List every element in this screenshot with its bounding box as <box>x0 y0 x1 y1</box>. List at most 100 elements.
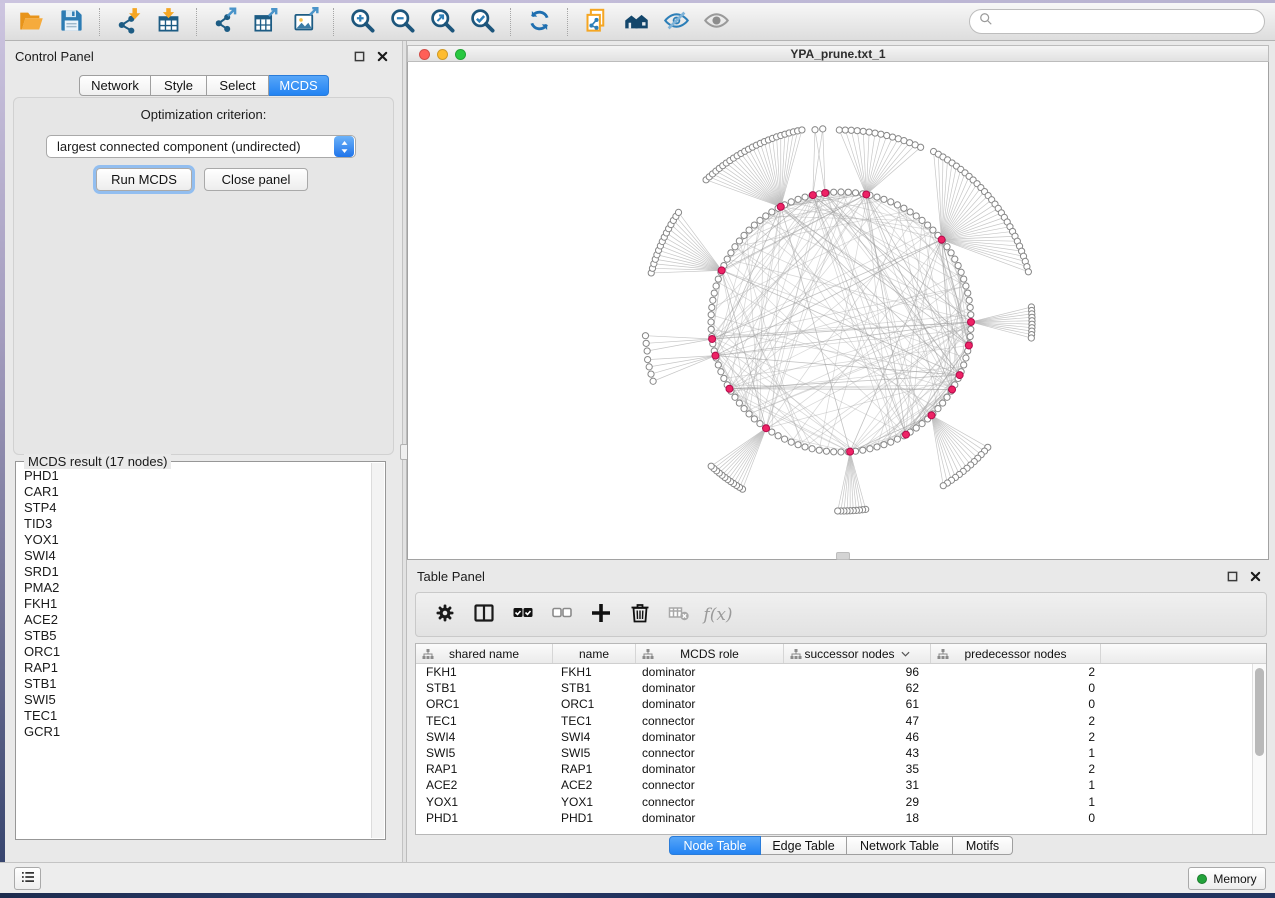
close-panel-icon[interactable] <box>1249 570 1262 583</box>
tab-style[interactable]: Style <box>151 75 207 96</box>
graph-node[interactable] <box>728 250 734 256</box>
open-folder-button[interactable] <box>11 6 51 38</box>
graph-node[interactable] <box>919 217 925 223</box>
graph-node[interactable] <box>884 132 890 138</box>
graph-node[interactable] <box>816 447 822 453</box>
graph-node[interactable] <box>788 199 794 205</box>
graph-node-mcds[interactable] <box>938 236 945 243</box>
show-all-button[interactable] <box>696 6 736 38</box>
tab-edge-table[interactable]: Edge Table <box>761 836 847 855</box>
graph-node[interactable] <box>860 447 866 453</box>
mcds-result-item[interactable]: FKH1 <box>24 596 371 612</box>
graph-node[interactable] <box>881 442 887 448</box>
graph-node[interactable] <box>918 144 924 150</box>
first-neighbors-button[interactable] <box>616 6 656 38</box>
graph-node[interactable] <box>812 127 818 133</box>
graph-node[interactable] <box>878 131 884 137</box>
criterion-dropdown[interactable]: largest connected component (undirected) <box>46 135 356 158</box>
graph-node[interactable] <box>963 283 969 289</box>
graph-node[interactable] <box>907 209 913 215</box>
graph-node[interactable] <box>966 297 972 303</box>
search-input[interactable] <box>999 14 1255 29</box>
graph-node[interactable] <box>913 213 919 219</box>
graph-node[interactable] <box>802 444 808 450</box>
table-row[interactable]: SWI5SWI5connector431 <box>416 745 1252 761</box>
graph-node[interactable] <box>1025 269 1031 275</box>
graph-node[interactable] <box>715 276 721 282</box>
tab-motifs[interactable]: Motifs <box>953 836 1013 855</box>
graph-node-mcds[interactable] <box>822 189 829 196</box>
graph-node[interactable] <box>718 369 724 375</box>
graph-node[interactable] <box>644 348 650 354</box>
graph-node[interactable] <box>940 483 946 489</box>
columns-button[interactable] <box>471 600 497 630</box>
graph-node[interactable] <box>831 189 837 195</box>
graph-node[interactable] <box>736 400 742 406</box>
graph-node[interactable] <box>708 326 714 332</box>
table-row[interactable]: PHD1PHD1dominator180 <box>416 810 1252 826</box>
gear-button[interactable] <box>432 600 458 630</box>
task-history-button[interactable] <box>14 867 41 890</box>
graph-node[interactable] <box>952 256 958 262</box>
graph-node-mcds[interactable] <box>712 352 719 359</box>
graph-node[interactable] <box>867 446 873 452</box>
select-all-button[interactable] <box>510 600 536 630</box>
close-panel-icon[interactable] <box>376 50 389 63</box>
save-button[interactable] <box>51 6 91 38</box>
float-panel-icon[interactable] <box>1226 570 1239 583</box>
graph-node[interactable] <box>874 444 880 450</box>
mcds-result-item[interactable]: ORC1 <box>24 644 371 660</box>
graph-node[interactable] <box>751 222 757 228</box>
graph-node[interactable] <box>763 213 769 219</box>
graph-node[interactable] <box>955 262 961 268</box>
mcds-result-list[interactable]: PHD1CAR1STP4TID3YOX1SWI4SRD1PMA2FKH1ACE2… <box>16 465 371 838</box>
column-header-shared-name[interactable]: shared name <box>416 644 553 663</box>
graph-node[interactable] <box>836 127 842 133</box>
graph-node[interactable] <box>944 244 950 250</box>
network-window-titlebar[interactable]: YPA_prune.txt_1 <box>407 45 1269 62</box>
graph-node[interactable] <box>901 205 907 211</box>
graph-node-mcds[interactable] <box>965 342 972 349</box>
table-scrollbar-thumb[interactable] <box>1255 668 1264 756</box>
mcds-result-item[interactable]: STB1 <box>24 676 371 692</box>
graph-node[interactable] <box>732 394 738 400</box>
graph-node[interactable] <box>866 129 872 135</box>
horizontal-splitter-grip[interactable] <box>836 552 850 560</box>
graph-node[interactable] <box>645 356 651 362</box>
graph-node-mcds[interactable] <box>956 372 963 379</box>
hide-selected-button[interactable] <box>656 6 696 38</box>
maximize-window-icon[interactable] <box>455 49 466 60</box>
graph-node-mcds[interactable] <box>903 431 910 438</box>
graph-node-mcds[interactable] <box>726 385 733 392</box>
duplicate-network-button[interactable] <box>576 6 616 38</box>
graph-node[interactable] <box>831 449 837 455</box>
network-canvas[interactable] <box>407 62 1269 560</box>
graph-node-mcds[interactable] <box>718 267 725 274</box>
float-panel-icon[interactable] <box>353 50 366 63</box>
import-table-button[interactable] <box>148 6 188 38</box>
graph-node[interactable] <box>809 446 815 452</box>
tab-select[interactable]: Select <box>207 75 269 96</box>
mcds-result-item[interactable]: CAR1 <box>24 484 371 500</box>
column-header-successor-nodes[interactable]: successor nodes <box>784 644 931 663</box>
graph-node[interactable] <box>935 406 941 412</box>
graph-node[interactable] <box>888 439 894 445</box>
graph-node[interactable] <box>746 227 752 233</box>
zoom-selected-button[interactable] <box>462 6 502 38</box>
minimize-window-icon[interactable] <box>437 49 448 60</box>
graph-node-mcds[interactable] <box>709 335 716 342</box>
mcds-result-item[interactable]: PHD1 <box>24 468 371 484</box>
graph-node[interactable] <box>842 127 848 133</box>
add-column-button[interactable] <box>588 600 614 630</box>
memory-button[interactable]: Memory <box>1188 867 1266 890</box>
delete-button[interactable] <box>627 600 653 630</box>
graph-node[interactable] <box>775 433 781 439</box>
graph-node[interactable] <box>736 238 742 244</box>
graph-node[interactable] <box>732 244 738 250</box>
graph-node[interactable] <box>860 128 866 134</box>
graph-node[interactable] <box>751 416 757 422</box>
graph-node[interactable] <box>968 312 974 318</box>
table-row[interactable]: ORC1ORC1dominator610 <box>416 696 1252 712</box>
export-table-button[interactable] <box>245 6 285 38</box>
export-network-button[interactable] <box>205 6 245 38</box>
